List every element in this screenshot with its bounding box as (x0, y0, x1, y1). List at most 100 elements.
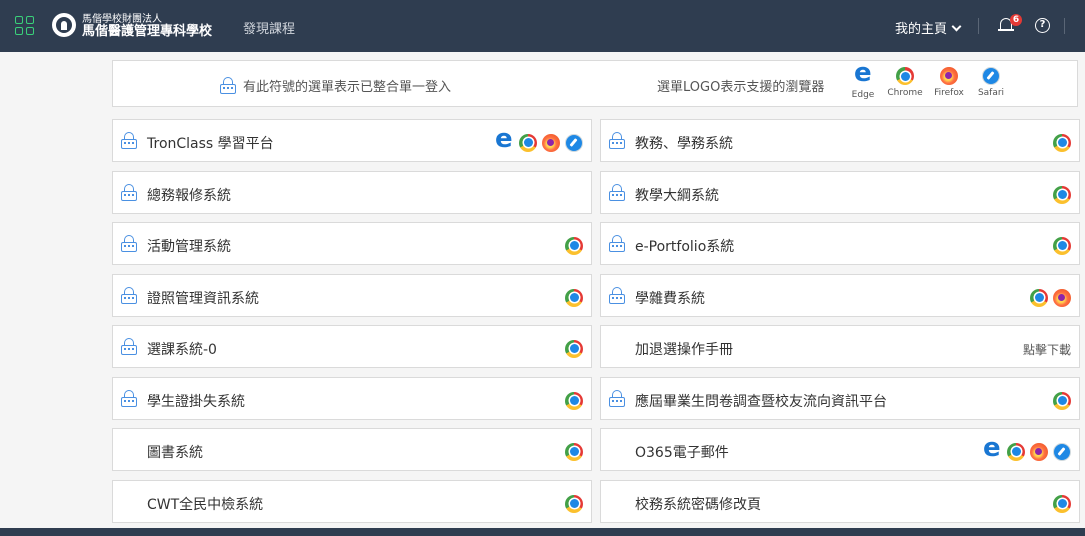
system-card-label: O365電子郵件 (635, 445, 729, 461)
supported-browsers (560, 338, 583, 358)
system-card[interactable]: 圖書系統 (112, 428, 592, 471)
supported-browsers (977, 433, 1071, 463)
sso-lock-icon (120, 184, 138, 202)
system-card-label: 加退選操作手冊 (635, 342, 733, 358)
sso-lock-icon (120, 235, 138, 253)
system-card-label: 活動管理系統 (147, 239, 231, 255)
system-card-label: TronClass 學習平台 (147, 136, 274, 152)
notification-badge: 6 (1010, 14, 1022, 26)
sso-lock-icon (608, 132, 626, 150)
sso-lock-icon (120, 132, 138, 150)
system-card[interactable]: CWT全民中檢系統 (112, 480, 592, 523)
system-card-label: e-Portfolio系統 (635, 239, 735, 255)
sso-lock-icon (608, 184, 626, 202)
chrome-icon (1053, 494, 1071, 513)
sso-legend: 有此符號的選單表示已整合單一登入 (219, 76, 451, 95)
supported-browsers (1048, 235, 1071, 255)
chrome-icon (1030, 288, 1048, 307)
edge-icon (853, 58, 873, 88)
supported-browsers (1025, 287, 1071, 307)
system-card[interactable]: 學生證掛失系統 (112, 377, 592, 420)
firefox-icon (1030, 442, 1048, 461)
info-card: 有此符號的選單表示已整合單一登入 選單LOGO表示支援的瀏覽器 Edge Chr… (112, 58, 1078, 107)
supported-browsers (1048, 132, 1071, 152)
supported-browsers (1048, 390, 1071, 410)
system-card[interactable]: TronClass 學習平台 (112, 119, 592, 162)
school-logo[interactable] (52, 13, 76, 37)
system-card[interactable]: 校務系統密碼修改頁 (600, 480, 1080, 523)
discover-courses-link[interactable]: 發現課程 (243, 18, 295, 37)
chrome-icon (1053, 236, 1071, 255)
supported-browsers (489, 124, 583, 154)
divider (978, 18, 979, 34)
chrome-icon (896, 67, 914, 85)
apps-grid-icon[interactable] (15, 16, 35, 36)
system-card-label: 證照管理資訊系統 (147, 291, 259, 307)
supported-browsers (1048, 493, 1071, 513)
firefox-icon (1053, 288, 1071, 307)
system-card[interactable]: e-Portfolio系統 (600, 222, 1080, 265)
my-home-label: 我的主頁 (895, 22, 948, 37)
system-card[interactable]: 總務報修系統 (112, 171, 592, 214)
supported-browsers (1048, 184, 1071, 204)
sso-lock-icon (120, 338, 138, 356)
system-card[interactable]: 學雜費系統 (600, 274, 1080, 317)
legend-safari: Safari (966, 67, 1016, 98)
help-icon[interactable]: ? (1035, 18, 1050, 33)
legend-label: Chrome (887, 88, 923, 98)
download-link[interactable]: 點擊下載 (1023, 341, 1071, 358)
chrome-icon (1007, 442, 1025, 461)
supported-browsers (560, 287, 583, 307)
system-card[interactable]: 教學大綱系統 (600, 171, 1080, 214)
system-card[interactable]: 選課系統-0 (112, 325, 592, 368)
chrome-icon (1053, 133, 1071, 152)
system-card-label: 學生證掛失系統 (147, 394, 245, 410)
my-home-menu[interactable]: 我的主頁 (895, 18, 962, 37)
system-card-label: 校務系統密碼修改頁 (635, 497, 761, 513)
safari-icon (982, 67, 1000, 85)
chrome-icon (565, 288, 583, 307)
edge-icon (982, 433, 1002, 463)
system-card-label: 學雜費系統 (635, 291, 705, 307)
chrome-icon (565, 442, 583, 461)
chrome-icon (519, 133, 537, 152)
system-card-label: 選課系統-0 (147, 342, 217, 358)
system-card-label: CWT全民中檢系統 (147, 497, 264, 513)
sso-lock-icon (608, 235, 626, 253)
system-card[interactable]: 證照管理資訊系統 (112, 274, 592, 317)
sso-lock-icon (120, 287, 138, 305)
supported-browsers (560, 493, 583, 513)
firefox-icon (940, 67, 958, 85)
bottom-bar (0, 528, 1085, 536)
system-card[interactable]: 教務、學務系統 (600, 119, 1080, 162)
chrome-icon (565, 494, 583, 513)
legend-label: Safari (977, 88, 1005, 98)
org-name[interactable]: 馬偕醫護管理專科學校 (82, 25, 212, 39)
browser-legend-text: 選單LOGO表示支援的瀏覽器 (657, 80, 825, 95)
top-bar: 馬偕學校財團法人 馬偕醫護管理專科學校 發現課程 我的主頁 6 ? (0, 0, 1085, 52)
supported-browsers (560, 235, 583, 255)
safari-icon (565, 133, 583, 152)
chrome-icon (1053, 391, 1071, 410)
chrome-icon (1053, 185, 1071, 204)
system-card[interactable]: 加退選操作手冊 點擊下載 (600, 325, 1080, 368)
system-card-label: 總務報修系統 (147, 188, 231, 204)
sso-lock-icon (608, 390, 626, 408)
chrome-icon (565, 391, 583, 410)
system-card-label: 教務、學務系統 (635, 136, 733, 152)
chrome-icon (565, 339, 583, 358)
system-card[interactable]: 應屆畢業生問卷調查暨校友流向資訊平台 (600, 377, 1080, 420)
supported-browsers (560, 390, 583, 410)
sso-lock-icon (219, 77, 237, 95)
divider (1064, 18, 1065, 34)
legend-chrome: Chrome (880, 67, 930, 98)
chevron-down-icon (951, 21, 962, 32)
system-card[interactable]: O365電子郵件 (600, 428, 1080, 471)
firefox-icon (542, 133, 560, 152)
safari-icon (1053, 442, 1071, 461)
system-card-label: 教學大綱系統 (635, 188, 719, 204)
system-card[interactable]: 活動管理系統 (112, 222, 592, 265)
chrome-icon (565, 236, 583, 255)
sso-lock-icon (608, 287, 626, 305)
sso-lock-icon (120, 390, 138, 408)
